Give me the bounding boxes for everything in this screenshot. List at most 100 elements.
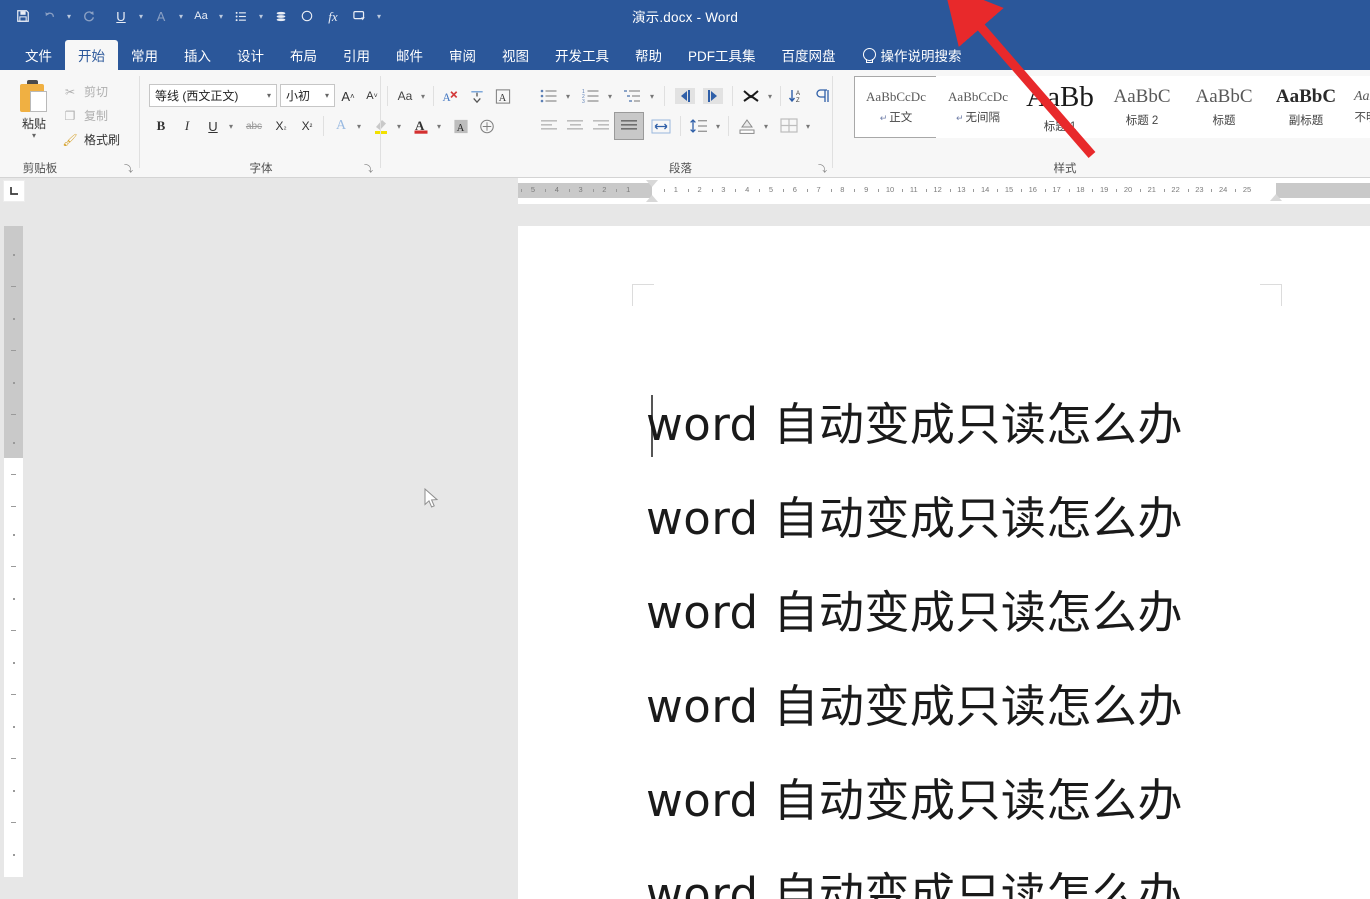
line-spacing-icon[interactable] bbox=[268, 3, 294, 29]
numbering-icon[interactable]: 123 bbox=[578, 84, 604, 108]
bullets-icon[interactable] bbox=[536, 84, 562, 108]
style-tile-heading-2[interactable]: AaBbC 标题 2 bbox=[1100, 76, 1184, 138]
tab-review[interactable]: 审阅 bbox=[436, 40, 489, 70]
style-tile-heading-1[interactable]: AaBb 标题 1 bbox=[1018, 76, 1102, 138]
formula-icon[interactable]: fx bbox=[320, 3, 346, 29]
asian-layout-caret-icon[interactable]: ▾ bbox=[764, 84, 776, 108]
style-tile-subtitle[interactable]: AaBbC 副标题 bbox=[1264, 76, 1348, 138]
document-line[interactable]: word 自动变成只读怎么办 bbox=[646, 566, 1366, 660]
justify-icon[interactable] bbox=[614, 112, 644, 140]
undo-icon[interactable] bbox=[36, 3, 62, 29]
shading-caret-icon[interactable]: ▾ bbox=[760, 114, 772, 138]
tab-baidu-netdisk[interactable]: 百度网盘 bbox=[769, 40, 849, 70]
distribute-icon[interactable] bbox=[648, 114, 674, 138]
font-name-caret-icon[interactable]: ▾ bbox=[264, 91, 274, 100]
document-line[interactable]: word 自动变成只读怎么办 bbox=[646, 754, 1366, 848]
style-tile-no-spacing[interactable]: AaBbCcDc ↵ 无间隔 bbox=[936, 76, 1020, 138]
qat-overflow-caret-icon[interactable]: ▾ bbox=[372, 3, 386, 29]
tab-developer[interactable]: 开发工具 bbox=[542, 40, 622, 70]
copy-button[interactable]: ❐ 复制 bbox=[62, 104, 108, 127]
line-spacing-caret-icon[interactable]: ▾ bbox=[712, 114, 724, 138]
underline-caret-icon[interactable]: ▾ bbox=[134, 3, 148, 29]
document-line[interactable]: word 自动变成只读怎么办 bbox=[646, 660, 1366, 754]
save-icon[interactable] bbox=[10, 3, 36, 29]
borders-icon[interactable] bbox=[776, 114, 802, 138]
document-line[interactable]: word 自动变成只读怎么办 bbox=[646, 378, 1366, 472]
increase-indent-icon[interactable] bbox=[700, 84, 726, 108]
tab-pdf-tools[interactable]: PDF工具集 bbox=[675, 40, 769, 70]
underline-caret-icon[interactable]: ▾ bbox=[225, 114, 237, 138]
highlight-color-caret-icon[interactable]: ▾ bbox=[393, 114, 405, 138]
undo-caret-icon[interactable]: ▾ bbox=[62, 3, 76, 29]
shape-circle-icon[interactable] bbox=[294, 3, 320, 29]
tab-file[interactable]: 文件 bbox=[12, 40, 65, 70]
text-effects-icon[interactable]: A bbox=[329, 114, 353, 138]
change-case-caret-icon[interactable]: ▾ bbox=[214, 3, 228, 29]
font-color-caret-icon[interactable]: ▾ bbox=[433, 114, 445, 138]
bullet-list-icon[interactable] bbox=[228, 3, 254, 29]
font-name-input[interactable]: 等线 (西文正文) ▾ bbox=[149, 84, 277, 107]
font-dialog-launcher[interactable]: ⤵ bbox=[362, 162, 375, 175]
align-left-icon[interactable] bbox=[536, 114, 562, 138]
bold-icon[interactable]: B bbox=[149, 114, 173, 138]
clipboard-dialog-launcher[interactable]: ⤵ bbox=[122, 162, 135, 175]
document-line[interactable]: word 自动变成只读怎么办 bbox=[646, 848, 1366, 899]
underline-icon[interactable]: U bbox=[201, 114, 225, 138]
tell-me-search[interactable]: 操作说明搜索 bbox=[849, 40, 975, 70]
subscript-icon[interactable]: X₂ bbox=[269, 114, 293, 138]
italic-icon[interactable]: I bbox=[175, 114, 199, 138]
decrease-indent-icon[interactable] bbox=[672, 84, 698, 108]
format-painter-button[interactable]: 🖌 格式刷 bbox=[62, 128, 120, 151]
enclose-character-icon[interactable] bbox=[475, 114, 499, 138]
first-line-indent-marker[interactable] bbox=[646, 180, 658, 187]
comment-icon[interactable] bbox=[346, 3, 372, 29]
tab-layout[interactable]: 布局 bbox=[277, 40, 330, 70]
tab-common[interactable]: 常用 bbox=[118, 40, 171, 70]
clear-formatting-icon[interactable]: A bbox=[439, 84, 463, 108]
line-spacing-icon[interactable] bbox=[686, 114, 712, 138]
style-tile-body[interactable]: AaBbCcDc ↵ 正文 bbox=[854, 76, 938, 138]
tab-references[interactable]: 引用 bbox=[330, 40, 383, 70]
change-case-caret-icon[interactable]: ▾ bbox=[417, 84, 429, 108]
text-effects-caret-icon[interactable]: ▾ bbox=[353, 114, 365, 138]
font-size-input[interactable]: 小初 ▾ bbox=[280, 84, 335, 107]
sort-icon[interactable]: AZ bbox=[786, 84, 810, 108]
tab-home[interactable]: 开始 bbox=[65, 40, 118, 70]
tab-design[interactable]: 设计 bbox=[224, 40, 277, 70]
asian-layout-icon[interactable] bbox=[738, 84, 764, 108]
tab-stop-left-icon[interactable] bbox=[3, 180, 25, 202]
numbering-caret-icon[interactable]: ▾ bbox=[604, 84, 616, 108]
style-tile-title[interactable]: AaBbC 标题 bbox=[1182, 76, 1266, 138]
multilevel-list-caret-icon[interactable]: ▾ bbox=[646, 84, 658, 108]
horizontal-ruler[interactable]: 5 4 3 2 1 1 2 3 4 5 6 7 8 9 10 11 12 13 14 15 16 17 18 19 20 21 22… bbox=[518, 178, 1370, 204]
change-case-icon[interactable]: Aa bbox=[188, 3, 214, 29]
phonetic-guide-icon[interactable] bbox=[465, 84, 489, 108]
redo-icon[interactable] bbox=[76, 3, 102, 29]
cut-button[interactable]: ✂ 剪切 bbox=[62, 80, 108, 103]
tab-view[interactable]: 视图 bbox=[489, 40, 542, 70]
bullet-list-caret-icon[interactable]: ▾ bbox=[254, 3, 268, 29]
highlight-color-icon[interactable] bbox=[369, 114, 393, 138]
change-case-icon[interactable]: Aa bbox=[393, 84, 417, 108]
font-color-caret-icon[interactable]: ▾ bbox=[174, 3, 188, 29]
paragraph-dialog-launcher[interactable]: ⤵ bbox=[816, 162, 829, 175]
align-center-icon[interactable] bbox=[562, 114, 588, 138]
character-border-icon[interactable]: A bbox=[491, 84, 515, 108]
align-right-icon[interactable] bbox=[588, 114, 614, 138]
font-color-icon[interactable]: A bbox=[409, 114, 433, 138]
shading-icon[interactable] bbox=[734, 114, 760, 138]
paste-button[interactable]: 粘贴 ▾ bbox=[8, 78, 60, 156]
tab-help[interactable]: 帮助 bbox=[622, 40, 675, 70]
font-size-caret-icon[interactable]: ▾ bbox=[322, 91, 332, 100]
bullets-caret-icon[interactable]: ▾ bbox=[562, 84, 574, 108]
vertical-ruler[interactable] bbox=[4, 226, 23, 877]
superscript-icon[interactable]: X² bbox=[295, 114, 319, 138]
document-line[interactable]: word 自动变成只读怎么办 bbox=[646, 472, 1366, 566]
paste-caret-icon[interactable]: ▾ bbox=[32, 132, 36, 140]
document-text[interactable]: word 自动变成只读怎么办 word 自动变成只读怎么办 word 自动变成只读怎… bbox=[646, 378, 1366, 899]
left-indent-marker[interactable] bbox=[646, 195, 658, 202]
character-shading-icon[interactable]: A bbox=[449, 114, 473, 138]
tab-mailings[interactable]: 邮件 bbox=[383, 40, 436, 70]
strikethrough-icon[interactable]: abc bbox=[241, 114, 267, 138]
borders-caret-icon[interactable]: ▾ bbox=[802, 114, 814, 138]
